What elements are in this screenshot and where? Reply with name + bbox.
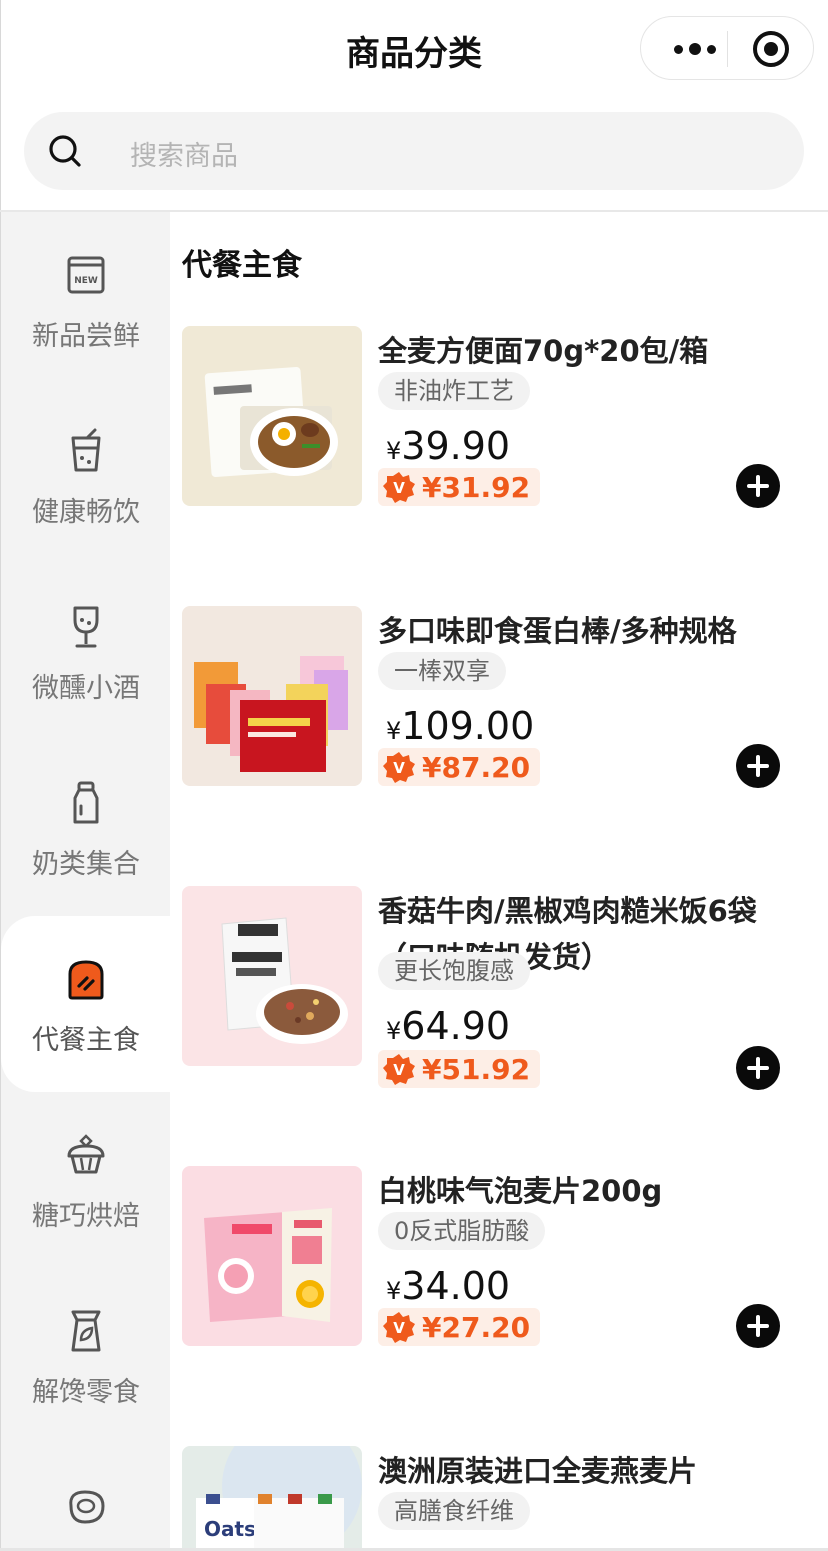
- product-name: 多口味即食蛋白棒/多种规格: [378, 614, 737, 648]
- product-card[interactable]: 白桃味气泡麦片200g 0反式脂肪酸 ¥34.00 V ¥27.20: [170, 1166, 828, 1446]
- product-list: 代餐主食 全麦方便面70g*20包/箱 非油炸工艺 ¥39.90 V ¥31.9…: [170, 212, 828, 1551]
- mini-program-capsule: [640, 16, 814, 80]
- oat-cereal-bags-image[interactable]: [182, 1166, 362, 1346]
- product-price: ¥39.90: [386, 424, 511, 468]
- product-card[interactable]: 香菇牛肉/黑椒鸡肉糙米饭6袋（口味随机发货） 更长饱腹感 ¥64.90 V ¥5…: [170, 886, 828, 1166]
- svg-text:Oats: Oats: [204, 1517, 256, 1541]
- sidebar-item-baking[interactable]: 糖巧烘焙: [1, 1092, 171, 1268]
- add-to-cart-button[interactable]: [736, 464, 780, 508]
- svg-text:V: V: [393, 479, 405, 497]
- sidebar-item-snacks[interactable]: 解馋零食: [1, 1268, 171, 1444]
- product-tag: 高膳食纤维: [378, 1492, 530, 1530]
- add-to-cart-button[interactable]: [736, 1304, 780, 1348]
- vip-badge-icon: V: [383, 1312, 415, 1343]
- section-title: 代餐主食: [182, 248, 302, 283]
- sidebar-item-label: 奶类集合: [32, 849, 140, 880]
- product-price: ¥64.90: [386, 1004, 511, 1048]
- product-price: ¥109.00: [386, 704, 535, 748]
- svg-text:V: V: [393, 1319, 405, 1337]
- snack-bag-icon: [71, 1310, 101, 1352]
- meat-steak-icon: [69, 1490, 105, 1524]
- product-tag: 非油炸工艺: [378, 372, 530, 410]
- capsule-separator: [727, 31, 728, 67]
- vip-price-badge: V ¥27.20: [378, 1308, 541, 1346]
- add-to-cart-button[interactable]: [736, 744, 780, 788]
- vip-badge-icon: V: [383, 472, 415, 503]
- top-nav-bar: 商品分类: [0, 0, 828, 96]
- sidebar-item-label: 代餐主食: [32, 1025, 140, 1056]
- vip-price: ¥31.92: [422, 470, 531, 504]
- protein-bar-boxes-image[interactable]: [182, 606, 362, 786]
- category-sidebar: NEW 新品尝鲜 健康畅饮 微醺小酒 奶类集合 代餐主食 糖巧烘焙 解馋零食: [0, 212, 171, 1551]
- sidebar-item-meal-replacement[interactable]: 代餐主食: [1, 916, 171, 1092]
- vip-price-badge: V ¥51.92: [378, 1050, 541, 1088]
- search-input[interactable]: 搜索商品: [130, 134, 238, 173]
- drink-cup-icon: [71, 428, 101, 472]
- sidebar-item-label: 新品尝鲜: [32, 321, 140, 352]
- sidebar-item-new[interactable]: NEW 新品尝鲜: [1, 212, 171, 388]
- more-dots-icon[interactable]: [665, 31, 725, 67]
- add-to-cart-button[interactable]: [736, 1046, 780, 1090]
- product-card[interactable]: 全麦方便面70g*20包/箱 非油炸工艺 ¥39.90 V ¥31.92: [170, 326, 828, 606]
- milk-bottle-icon: [73, 781, 99, 824]
- vip-badge-icon: V: [383, 752, 415, 783]
- product-tag: 0反式脂肪酸: [378, 1212, 546, 1250]
- search-bar[interactable]: 搜索商品: [24, 112, 804, 190]
- vip-price-badge: V ¥31.92: [378, 468, 541, 506]
- oats-packages-image[interactable]: Oats: [182, 1446, 362, 1551]
- cupcake-icon: [67, 1134, 105, 1174]
- sidebar-item-label: 解馋零食: [32, 1377, 140, 1408]
- new-badge-icon: NEW: [67, 256, 105, 294]
- sidebar-item-drinks[interactable]: 健康畅饮: [1, 388, 171, 564]
- vip-price: ¥51.92: [422, 1052, 531, 1086]
- target-circle-icon[interactable]: [753, 31, 789, 67]
- search-icon: [49, 135, 81, 167]
- window-edge: [0, 0, 1, 212]
- vip-badge-icon: V: [383, 1054, 415, 1085]
- sidebar-item-label: 糖巧烘焙: [32, 1201, 140, 1232]
- toast-bread-icon: [68, 960, 104, 1000]
- product-tag: 更长饱腹感: [378, 952, 530, 990]
- vip-price: ¥27.20: [422, 1310, 531, 1344]
- product-name: 全麦方便面70g*20包/箱: [378, 334, 709, 368]
- product-card[interactable]: Oats 澳洲原装进口全麦燕麦片 高膳食纤维: [170, 1446, 828, 1551]
- sidebar-item-meat[interactable]: [1, 1444, 171, 1551]
- wine-glass-icon: [73, 606, 99, 648]
- vip-price: ¥87.20: [422, 750, 531, 784]
- sidebar-item-wine[interactable]: 微醺小酒: [1, 564, 171, 740]
- svg-text:NEW: NEW: [74, 276, 98, 286]
- product-price: ¥34.00: [386, 1264, 511, 1308]
- product-card[interactable]: 多口味即食蛋白棒/多种规格 一棒双享 ¥109.00 V ¥87.20: [170, 606, 828, 886]
- noodle-pack-image[interactable]: [182, 326, 362, 506]
- product-name: 澳洲原装进口全麦燕麦片: [378, 1454, 698, 1488]
- product-tag: 一棒双享: [378, 652, 506, 690]
- vip-price-badge: V ¥87.20: [378, 748, 541, 786]
- sidebar-item-label: 微醺小酒: [32, 673, 140, 704]
- sidebar-item-label: 健康畅饮: [32, 497, 140, 528]
- sidebar-item-milk[interactable]: 奶类集合: [1, 740, 171, 916]
- brown-rice-bag-image[interactable]: [182, 886, 362, 1066]
- product-name: 白桃味气泡麦片200g: [378, 1174, 663, 1208]
- svg-text:V: V: [393, 759, 405, 777]
- svg-text:V: V: [393, 1061, 405, 1079]
